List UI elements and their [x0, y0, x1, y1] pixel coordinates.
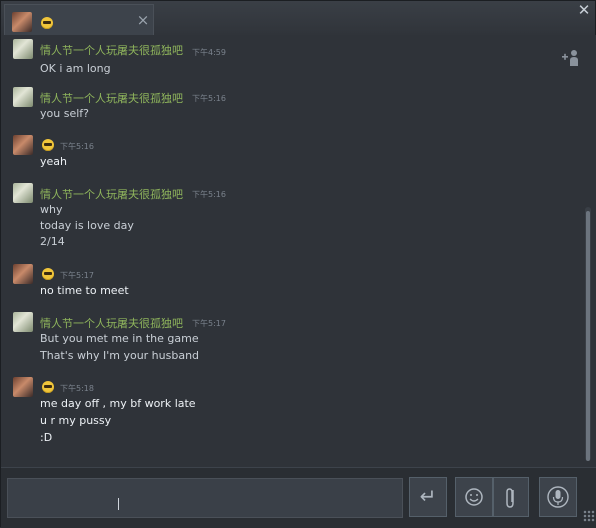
timestamp: 下午5:16 [192, 94, 226, 103]
close-window-icon[interactable]: ✕ [576, 2, 592, 18]
sunglasses-emoji-icon [41, 17, 53, 29]
message-text: why [40, 203, 63, 216]
my-avatar[interactable] [13, 264, 33, 284]
message-text: But you met me in the game [40, 332, 199, 345]
attach-button[interactable] [493, 477, 529, 517]
friend-avatar[interactable] [13, 39, 33, 59]
message-input[interactable] [7, 478, 403, 518]
message-text: That's why I'm your husband [40, 349, 200, 362]
sender-name[interactable]: 情人节一个人玩屠夫很孤独吧 [40, 315, 183, 331]
friend-avatar[interactable] [13, 312, 33, 332]
text-cursor [118, 498, 125, 510]
timestamp: 下午5:18 [60, 384, 94, 393]
message-text: u r my pussy [40, 414, 112, 427]
message-text: 2/14 [40, 235, 65, 248]
sunglasses-emoji-icon [42, 381, 54, 393]
voice-button[interactable] [539, 477, 577, 517]
chat-tab[interactable]: × [4, 4, 154, 35]
message-text: you self? [40, 107, 89, 120]
tab-strip: × ✕ [1, 1, 595, 35]
my-avatar[interactable] [13, 135, 33, 155]
friend-avatar[interactable] [13, 87, 33, 107]
message-text: today is love day [40, 219, 134, 232]
microphone-icon [547, 486, 569, 508]
friend-avatar[interactable] [13, 183, 33, 203]
timestamp: 下午5:17 [60, 271, 94, 280]
composer: ↵ [1, 467, 596, 528]
message-text: no time to meet [40, 284, 129, 297]
sunglasses-emoji-icon [42, 139, 54, 151]
timestamp: 下午5:16 [192, 190, 226, 199]
smiley-icon [465, 488, 483, 506]
scrollbar-thumb[interactable] [586, 211, 590, 461]
message-text: :D [40, 431, 53, 444]
sunglasses-emoji-icon [42, 268, 54, 280]
emoticon-button[interactable] [455, 477, 493, 517]
timestamp: 下午4:59 [192, 48, 226, 57]
my-avatar[interactable] [13, 377, 33, 397]
resize-grip[interactable] [583, 510, 595, 522]
message-text: OK i am long [40, 62, 111, 75]
message-history: 情人节一个人玩屠夫很孤独吧 下午4:59 OK i am long 情人节一个人… [1, 35, 596, 467]
close-tab-icon[interactable]: × [136, 11, 150, 29]
add-friend-icon[interactable] [561, 49, 581, 67]
message-text: yeah [40, 155, 67, 168]
timestamp: 下午5:16 [60, 142, 94, 151]
message-text: me day off , my bf work late [40, 397, 196, 410]
sender-name[interactable]: 情人节一个人玩屠夫很孤独吧 [40, 90, 183, 106]
send-button[interactable]: ↵ [409, 477, 447, 517]
chat-window: × ✕ 情人节一个人玩屠夫很孤独吧 下午4:59 OK i am long 情人… [0, 0, 596, 528]
paperclip-icon [506, 488, 514, 508]
timestamp: 下午5:17 [192, 319, 226, 328]
sender-name[interactable]: 情人节一个人玩屠夫很孤独吧 [40, 42, 183, 58]
avatar [12, 12, 32, 32]
sender-name[interactable]: 情人节一个人玩屠夫很孤独吧 [40, 186, 183, 202]
return-arrow-icon: ↵ [419, 484, 437, 508]
